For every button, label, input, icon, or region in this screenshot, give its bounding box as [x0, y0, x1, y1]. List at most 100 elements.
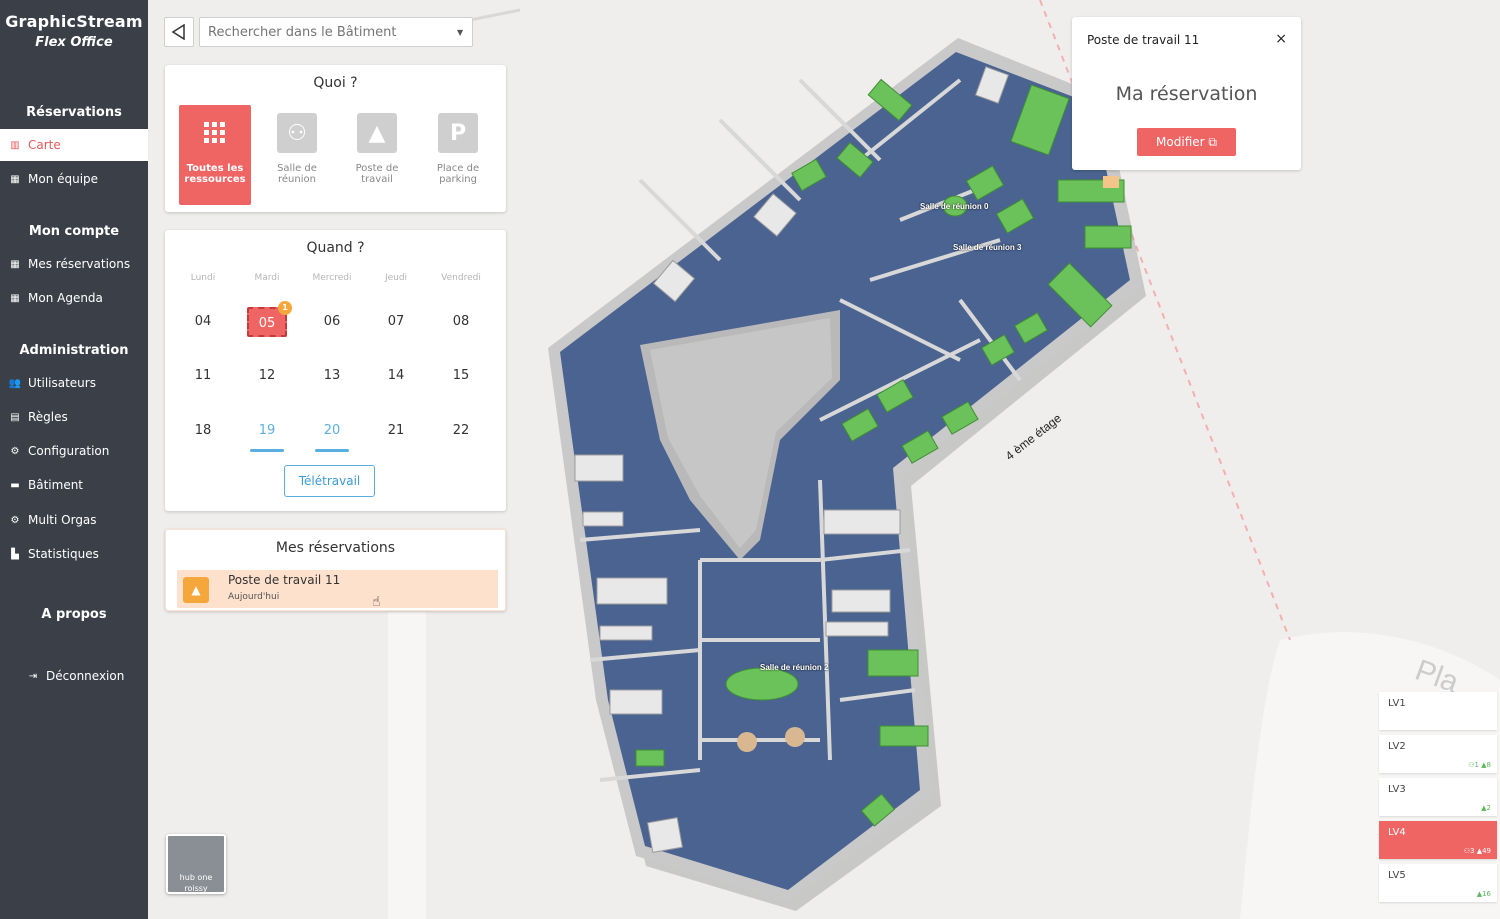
nav-item-label: Bâtiment [28, 478, 84, 492]
nav-item-mes-reservations[interactable]: ▦ Mes réservations [0, 248, 148, 280]
calendar-day[interactable]: 14 [376, 361, 416, 391]
my-reservations-title: Mes réservations [275, 540, 396, 556]
calendar-day[interactable]: 06 [312, 307, 352, 337]
room-label-2[interactable]: Salle de réunion 2 [760, 663, 828, 672]
popup-heading: Ma réservation [1115, 83, 1258, 105]
nav-item-configuration[interactable]: ⚙ Configuration [0, 435, 148, 467]
nav-item-label: Mon Agenda [28, 291, 103, 305]
level-lv1[interactable]: LV1 [1379, 692, 1497, 730]
calendar-day-number: 05 [258, 316, 276, 331]
street-line [469, 8, 521, 22]
level-counts: ▲16 [1476, 890, 1491, 898]
calendar-icon: ▦ [10, 292, 20, 304]
sidebar: GraphicStream Flex Office Réservations ▥… [0, 0, 148, 919]
building-search-input[interactable] [199, 17, 473, 47]
resource-label: Toutes les [186, 163, 244, 174]
level-counts: ⚇3 ▲49 [1463, 847, 1491, 855]
brand-name: GraphicStream [5, 12, 143, 31]
calendar-day[interactable]: 12 [247, 361, 287, 391]
nav-item-carte[interactable]: ▥ Carte [0, 129, 148, 161]
chart-icon: ▙ [11, 548, 19, 560]
desk-icon: ▲ [357, 113, 397, 153]
nav-item-label: Carte [28, 138, 61, 152]
modify-button[interactable]: Modifier ⧉ [1137, 128, 1236, 156]
nav-section-a-propos[interactable]: A propos [0, 607, 148, 622]
back-button[interactable] [164, 17, 194, 47]
level-lv4[interactable]: LV4 ⚇3 ▲49 [1379, 821, 1497, 859]
resource-meeting-room-button[interactable]: ⚇ Salle de réunion [262, 105, 332, 205]
level-name: LV1 [1388, 698, 1406, 709]
resource-all-button[interactable]: Toutes les ressources [179, 105, 251, 205]
room-label-0[interactable]: Salle de réunion 0 [920, 202, 988, 211]
building-icon: ▬ [10, 479, 20, 491]
meeting-room-icon: ⚇ [277, 113, 317, 153]
teletravail-button[interactable]: Télétravail [284, 465, 375, 497]
users-icon: 👥 [8, 377, 22, 389]
thumb-line: roissy [184, 884, 208, 893]
resource-label: Salle de [277, 163, 317, 174]
map-icon: ▥ [10, 139, 20, 151]
resource-desk-button[interactable]: ▲ Poste de travail [342, 105, 412, 205]
reservation-item[interactable]: ▲ Poste de travail 11 Aujourd'hui [177, 570, 498, 608]
my-reservations-panel: Mes réservations ▲ Poste de travail 11 A… [165, 529, 506, 611]
nav-item-batiment[interactable]: ▬ Bâtiment [0, 469, 148, 501]
nav-item-regles[interactable]: ▤ Règles [0, 401, 148, 433]
room-label-3[interactable]: Salle de réunion 3 [953, 243, 1021, 252]
calendar-day[interactable]: 21 [376, 416, 416, 446]
quoi-panel: Quoi ? Toutes les ressources ⚇ Salle de … [165, 65, 506, 212]
weekday-label: Lundi [190, 273, 216, 283]
reservation-item-title: Poste de travail 11 [228, 573, 341, 587]
reserved-desk [1103, 176, 1119, 188]
hand-cursor-icon: ☝ [372, 594, 381, 610]
calendar-day[interactable]: 08 [441, 307, 481, 337]
calendar-day[interactable]: 22 [441, 416, 481, 446]
level-counts: ⚇1 ▲8 [1468, 761, 1491, 769]
round-table [785, 727, 805, 747]
weekday-label: Vendredi [441, 273, 481, 283]
thumb-line: hub one [179, 873, 213, 882]
calendar-day[interactable]: 07 [376, 307, 416, 337]
nav-item-utilisateurs[interactable]: 👥 Utilisateurs [0, 367, 148, 399]
level-lv5[interactable]: LV5 ▲16 [1379, 864, 1497, 902]
calendar-day[interactable]: 18 [183, 416, 223, 446]
nav-item-label: Mes réservations [28, 257, 131, 271]
nav-item-label: Mon équipe [28, 172, 99, 186]
nav-item-deconnexion[interactable]: ⇥ Déconnexion [0, 660, 148, 692]
building-thumbnail[interactable]: hub one roissy [166, 834, 226, 894]
calendar-icon: ▦ [10, 173, 20, 185]
resource-label: travail [361, 174, 393, 185]
calendar-day[interactable]: 11 [183, 361, 223, 391]
calendar-day[interactable]: 13 [312, 361, 352, 391]
nav-item-mon-equipe[interactable]: ▦ Mon équipe [0, 163, 148, 195]
calendar-day-selected[interactable]: 05 1 [247, 301, 292, 337]
caret-down-icon[interactable]: ▼ [457, 28, 463, 37]
parking-icon: P [438, 113, 478, 153]
triangle-left-icon [171, 24, 185, 40]
level-lv3[interactable]: LV3 ▲2 [1379, 778, 1497, 816]
resource-label: ressources [184, 174, 246, 185]
nav-item-label: Déconnexion [46, 669, 125, 683]
nav-item-statistiques[interactable]: ▙ Statistiques [0, 538, 148, 570]
logout-icon: ⇥ [28, 670, 38, 682]
nav-item-mon-agenda[interactable]: ▦ Mon Agenda [0, 282, 148, 314]
resource-label: réunion [278, 174, 316, 185]
nav-item-multi-orgas[interactable]: ⚙ Multi Orgas [0, 504, 148, 536]
close-icon[interactable]: × [1275, 31, 1287, 47]
brand: GraphicStream Flex Office [0, 0, 148, 50]
calendar-day-remote[interactable]: 20 [312, 416, 352, 452]
nav-section-administration: Administration [19, 343, 129, 358]
grid-icon [195, 113, 235, 153]
calendar-day-remote[interactable]: 19 [247, 416, 287, 452]
calendar-icon: ▦ [10, 258, 20, 270]
weekday-label: Mercredi [312, 273, 352, 283]
calendar-day[interactable]: 15 [441, 361, 481, 391]
brand-subtitle: Flex Office [35, 35, 113, 50]
calendar-day[interactable]: 04 [183, 307, 223, 337]
nav-item-label: Règles [28, 410, 68, 424]
level-name: LV5 [1388, 870, 1406, 881]
nav-item-label: Configuration [28, 444, 110, 458]
resource-label: Poste de [355, 163, 399, 174]
resource-parking-button[interactable]: P Place de parking [423, 105, 493, 205]
level-lv2[interactable]: LV2 ⚇1 ▲8 [1379, 735, 1497, 773]
quand-panel: Quand ? Lundi Mardi Mercredi Jeudi Vendr… [165, 230, 506, 511]
